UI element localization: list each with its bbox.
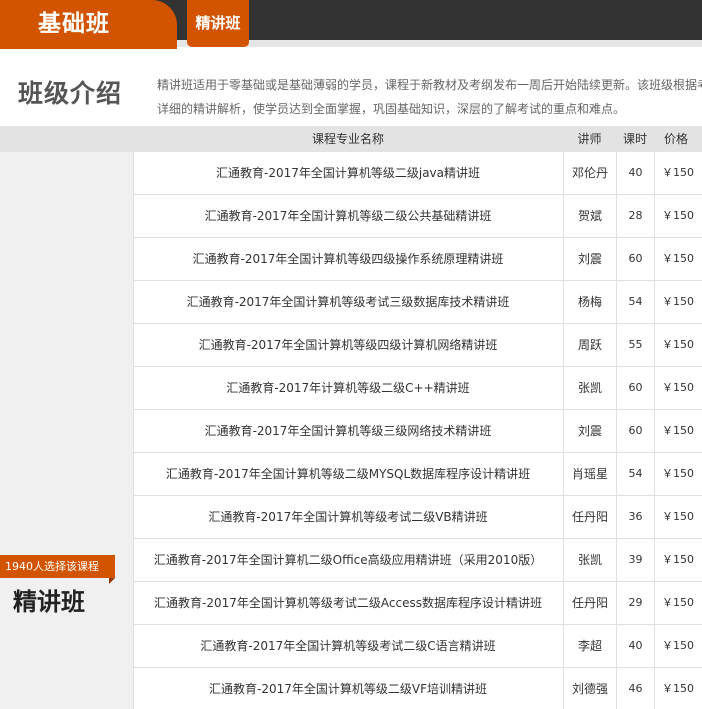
class-side-panel: 1940人选择该课程 精讲班 [0, 152, 133, 709]
intro-heading: 班级介绍 [18, 79, 123, 108]
course-price: ￥150 [654, 238, 702, 280]
table-row[interactable]: 汇通教育-2017年全国计算机等级二级公共基础精讲班 贺斌 28 ￥150 [133, 195, 702, 238]
course-teacher: 任丹阳 [563, 496, 616, 538]
intro-line-1: 精讲班适用于零基础或是基础薄弱的学员，课程于新教材及考纲发布一周后开始陆续更新。… [157, 78, 702, 92]
course-name-link[interactable]: 汇通教育-2017年全国计算机等级二级公共基础精讲班 [133, 195, 563, 237]
header-course-name: 课程专业名称 [311, 132, 384, 146]
course-price: ￥150 [654, 324, 702, 366]
course-name-link[interactable]: 汇通教育-2017年全国计算机等级考试二级VB精讲班 [133, 496, 563, 538]
course-price: ￥150 [654, 453, 702, 495]
course-teacher: 张凯 [563, 539, 616, 581]
tab-basic-class[interactable]: 基础班 [0, 0, 177, 49]
course-teacher: 邓伦丹 [563, 152, 616, 194]
table-row[interactable]: 汇通教育-2017年全国计算机等级三级网络技术精讲班 刘震 60 ￥150 [133, 410, 702, 453]
course-price: ￥150 [654, 582, 702, 624]
intro-description: 精讲班适用于零基础或是基础薄弱的学员，课程于新教材及考纲发布一周后开始陆续更新。… [157, 73, 702, 121]
course-teacher: 周跃 [563, 324, 616, 366]
course-price: ￥150 [654, 152, 702, 194]
course-table-header: 课程专业名称 讲师 课时 价格 [0, 126, 702, 152]
course-hours: 40 [616, 152, 654, 194]
course-price: ￥150 [654, 625, 702, 667]
table-row[interactable]: 汇通教育-2017年计算机等级二级C++精讲班 张凯 60 ￥150 [133, 367, 702, 410]
header-teacher: 讲师 [577, 132, 602, 146]
course-name-link[interactable]: 汇通教育-2017年全国计算机等级考试二级C语言精讲班 [133, 625, 563, 667]
course-price: ￥150 [654, 281, 702, 323]
course-name-link[interactable]: 汇通教育-2017年全国计算机等级四级计算机网络精讲班 [133, 324, 563, 366]
tab-intensive-class[interactable]: 精讲班 [187, 0, 249, 47]
course-hours: 28 [616, 195, 654, 237]
class-type-title: 精讲班 [13, 588, 85, 616]
course-name-link[interactable]: 汇通教育-2017年全国计算机等级二级MYSQL数据库程序设计精讲班 [133, 453, 563, 495]
header-price: 价格 [663, 132, 688, 146]
course-name-link[interactable]: 汇通教育-2017年全国计算机等级考试二级Access数据库程序设计精讲班 [133, 582, 563, 624]
course-hours: 60 [616, 367, 654, 409]
course-teacher: 刘德强 [563, 668, 616, 709]
table-row[interactable]: 汇通教育-2017年全国计算机等级二级MYSQL数据库程序设计精讲班 肖瑶星 54 ￥… [133, 453, 702, 496]
table-row[interactable]: 汇通教育-2017年全国计算机等级二级VF培训精讲班 刘德强 46 ￥150 [133, 668, 702, 709]
course-teacher: 张凯 [563, 367, 616, 409]
table-left-border [133, 152, 134, 709]
course-price: ￥150 [654, 367, 702, 409]
course-price: ￥150 [654, 496, 702, 538]
course-table-body: 汇通教育-2017年全国计算机等级二级java精讲班 邓伦丹 40 ￥150 汇通教育-… [133, 152, 702, 709]
table-row[interactable]: 汇通教育-2017年全国计算机等级考试二级C语言精讲班 李超 40 ￥150 [133, 625, 702, 668]
course-hours: 60 [616, 410, 654, 452]
course-hours: 39 [616, 539, 654, 581]
course-price: ￥150 [654, 668, 702, 709]
course-hours: 54 [616, 281, 654, 323]
course-price: ￥150 [654, 195, 702, 237]
table-row[interactable]: 汇通教育-2017年全国计算机等级四级计算机网络精讲班 周跃 55 ￥150 [133, 324, 702, 367]
intro-line-2: 详细的精讲解析，使学员达到全面掌握，巩固基础知识，深层的了解考试的重点和难点。 [157, 102, 626, 116]
course-name-link[interactable]: 汇通教育-2017年全国计算机等级二级VF培训精讲班 [133, 668, 563, 709]
course-hours: 60 [616, 238, 654, 280]
course-teacher: 任丹阳 [563, 582, 616, 624]
course-hours: 40 [616, 625, 654, 667]
course-hours: 54 [616, 453, 654, 495]
course-name-link[interactable]: 汇通教育-2017年全国计算机等级考试三级数据库技术精讲班 [133, 281, 563, 323]
enrollment-count-badge: 1940人选择该课程 [0, 555, 115, 584]
course-teacher: 刘震 [563, 410, 616, 452]
course-teacher: 李超 [563, 625, 616, 667]
course-hours: 36 [616, 496, 654, 538]
course-name-link[interactable]: 汇通教育-2017年全国计算机等级二级java精讲班 [133, 152, 563, 194]
course-name-link[interactable]: 汇通教育-2017年全国计算机等级三级网络技术精讲班 [133, 410, 563, 452]
course-teacher: 贺斌 [563, 195, 616, 237]
table-row[interactable]: 汇通教育-2017年全国计算机等级考试三级数据库技术精讲班 杨梅 54 ￥150 [133, 281, 702, 324]
course-name-link[interactable]: 汇通教育-2017年全国计算机二级Office高级应用精讲班（采用2010版） [133, 539, 563, 581]
course-name-link[interactable]: 汇通教育-2017年全国计算机等级四级操作系统原理精讲班 [133, 238, 563, 280]
course-price: ￥150 [654, 539, 702, 581]
course-hours: 46 [616, 668, 654, 709]
course-teacher: 肖瑶星 [563, 453, 616, 495]
course-price: ￥150 [654, 410, 702, 452]
course-teacher: 刘震 [563, 238, 616, 280]
course-name-link[interactable]: 汇通教育-2017年计算机等级二级C++精讲班 [133, 367, 563, 409]
table-row[interactable]: 汇通教育-2017年全国计算机二级Office高级应用精讲班（采用2010版）张… [133, 539, 702, 582]
course-hours: 29 [616, 582, 654, 624]
table-row[interactable]: 汇通教育-2017年全国计算机等级考试二级Access数据库程序设计精讲班 任丹阳… [133, 582, 702, 625]
course-hours: 55 [616, 324, 654, 366]
header-hours: 课时 [622, 132, 647, 146]
table-row[interactable]: 汇通教育-2017年全国计算机等级二级java精讲班 邓伦丹 40 ￥150 [133, 152, 702, 195]
course-teacher: 杨梅 [563, 281, 616, 323]
table-row[interactable]: 汇通教育-2017年全国计算机等级四级操作系统原理精讲班 刘震 60 ￥150 [133, 238, 702, 281]
table-row[interactable]: 汇通教育-2017年全国计算机等级考试二级VB精讲班 任丹阳 36 ￥150 [133, 496, 702, 539]
